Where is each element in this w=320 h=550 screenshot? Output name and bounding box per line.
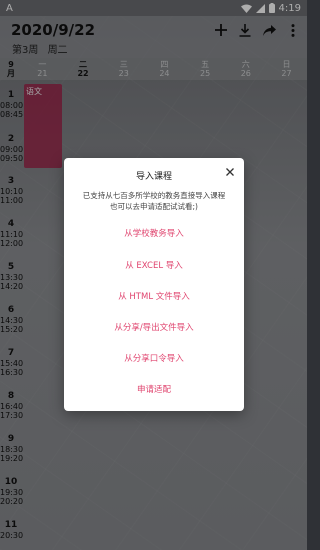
dialog-title: 导入课程 — [135, 172, 172, 182]
description-line: 也可以去申请适配试试看;) — [110, 202, 198, 211]
import-from-share-file-button[interactable]: 从分享/导出文件导入 — [64, 320, 244, 336]
apply-adaptation-button[interactable]: 申请适配 — [64, 382, 244, 398]
import-from-school-button[interactable]: 从学校教务导入 — [64, 226, 244, 242]
import-course-dialog: 导入课程 已支持从七百多所学校的教务直接导入课程 也可以去申请适配试试看;) 从… — [64, 158, 244, 411]
dialog-description: 已支持从七百多所学校的教务直接导入课程 也可以去申请适配试试看;) — [64, 190, 244, 212]
import-from-excel-button[interactable]: 从 EXCEL 导入 — [64, 258, 244, 274]
import-from-share-code-button[interactable]: 从分享口令导入 — [64, 351, 244, 367]
close-icon[interactable] — [224, 166, 236, 178]
import-from-html-button[interactable]: 从 HTML 文件导入 — [64, 289, 244, 305]
description-line: 已支持从七百多所学校的教务直接导入课程 — [82, 191, 226, 200]
